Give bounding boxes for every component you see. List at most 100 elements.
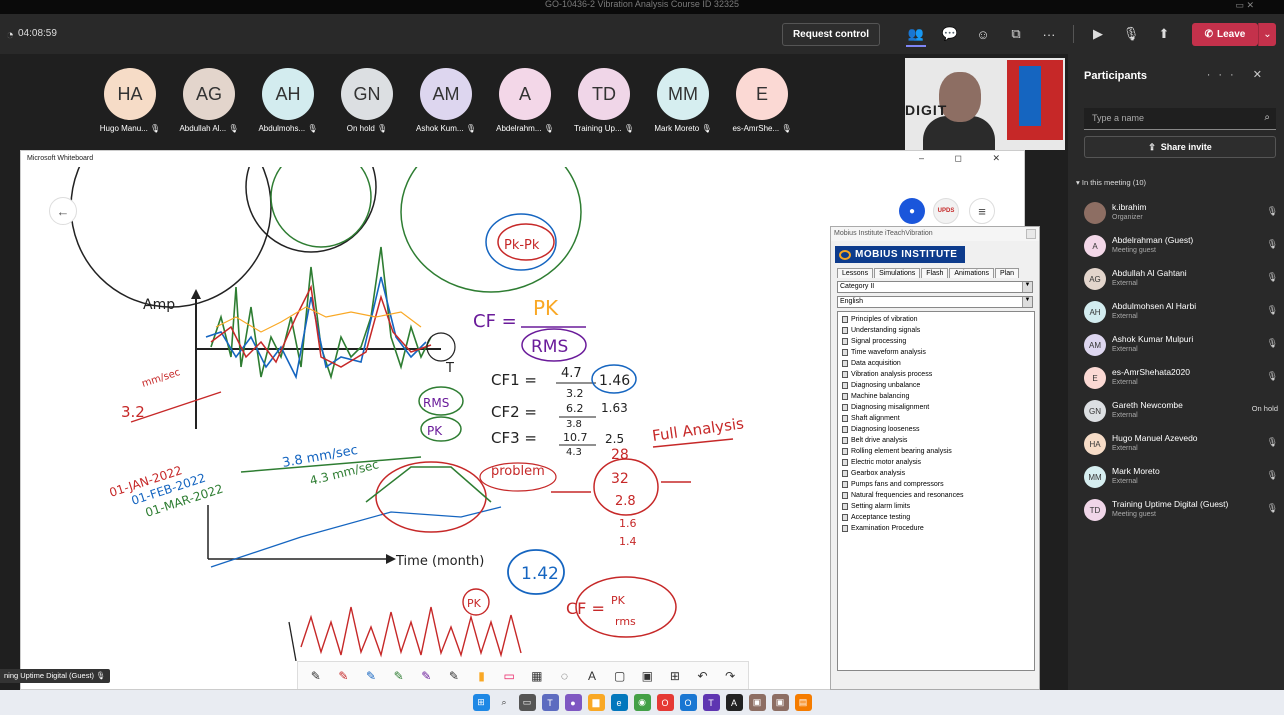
lesson-item[interactable]: Examination Procedure — [838, 523, 1034, 534]
app-icon[interactable]: ▣ — [748, 694, 766, 711]
office-icon[interactable]: O — [656, 694, 674, 711]
participant-row[interactable]: GN Gareth Newcombe External On hold — [1084, 398, 1278, 431]
redo-icon[interactable]: ↷ — [720, 665, 740, 687]
window-controls[interactable]: ▭ ✕ — [1235, 0, 1254, 11]
teams-icon[interactable]: T — [541, 694, 559, 711]
eraser-icon[interactable]: ▭ — [499, 665, 519, 687]
lesson-item[interactable]: Rolling element bearing analysis — [838, 446, 1034, 457]
lesson-item[interactable]: Acceptance testing — [838, 512, 1034, 523]
attendee-tile[interactable]: TD Training Up... 🎙 — [566, 68, 642, 133]
rooms-icon[interactable]: ⧉ — [1006, 24, 1026, 44]
edge-icon[interactable]: e — [610, 694, 628, 711]
task-view-icon[interactable]: ▭ — [518, 694, 536, 711]
user-avatar-button[interactable]: ● — [899, 198, 925, 224]
lesson-item[interactable]: Understanding signals — [838, 325, 1034, 336]
lesson-item[interactable]: Belt drive analysis — [838, 435, 1034, 446]
tab-lessons[interactable]: Lessons — [837, 268, 874, 278]
chat-app-icon[interactable]: ● — [564, 694, 582, 711]
file-explorer-icon[interactable]: ▆ — [587, 694, 605, 711]
tab-plan[interactable]: Plan — [995, 268, 1020, 278]
attendee-tile[interactable]: Ees-AmrShe... 🎙 — [724, 68, 800, 133]
share-screen-icon[interactable]: ⬆ — [1154, 24, 1174, 44]
lesson-item[interactable]: Natural frequencies and resonances — [838, 490, 1034, 501]
outlook-icon[interactable]: O — [679, 694, 697, 711]
text-icon[interactable]: A — [582, 665, 602, 687]
lesson-item[interactable]: Diagnosing looseness — [838, 424, 1034, 435]
panel-controls[interactable]: ··· ✕ — [1207, 68, 1270, 81]
windows-start-icon[interactable]: ⊞ — [472, 694, 490, 711]
category-select[interactable]: Category II ▼ — [837, 281, 1033, 293]
tab-simulations[interactable]: Simulations — [874, 268, 921, 278]
lesson-item[interactable]: Principles of vibration — [838, 314, 1034, 325]
participant-row[interactable]: Ees-AmrShehata2020 External 🎙 — [1084, 365, 1278, 398]
acrobat-icon[interactable]: A — [725, 694, 743, 711]
participant-row[interactable]: HA Hugo Manuel Azevedo External 🎙 — [1084, 431, 1278, 464]
tab-flash[interactable]: Flash — [921, 268, 949, 278]
participant-row[interactable]: k.ibrahim Organizer 🎙 — [1084, 200, 1278, 233]
attendee-tile[interactable]: HA Hugo Manu... 🎙 — [92, 68, 168, 133]
pen-black-icon[interactable]: ✎ — [306, 665, 326, 687]
mic-off-icon[interactable]: 🎙 — [1121, 24, 1141, 44]
attendee-tile[interactable]: MM Mark Moreto 🎙 — [645, 68, 721, 133]
participant-row[interactable]: MM Mark Moreto External 🎙 — [1084, 464, 1278, 497]
pen-blue-icon[interactable]: ✎ — [361, 665, 381, 687]
mobius-close-button[interactable] — [1026, 229, 1036, 239]
in-meeting-section[interactable]: ▾ In this meeting (10) — [1076, 178, 1146, 187]
lesson-item[interactable]: Gearbox analysis — [838, 468, 1034, 479]
chat-icon[interactable]: 💬 — [940, 24, 960, 44]
pen-red-icon[interactable]: ✎ — [333, 665, 353, 687]
lesson-item[interactable]: Machine balancing — [838, 391, 1034, 402]
image-icon[interactable]: ▣ — [637, 665, 657, 687]
lesson-item[interactable]: Pumps fans and compressors — [838, 479, 1034, 490]
leave-dropdown[interactable]: ⌄ — [1258, 23, 1276, 46]
share-invite-button[interactable]: ⇪ Share invite — [1084, 136, 1276, 158]
highlighter-icon[interactable]: ▮ — [472, 665, 492, 687]
pen-purple-icon[interactable]: ✎ — [416, 665, 436, 687]
insert-icon[interactable]: ⊞ — [665, 665, 685, 687]
lesson-item[interactable]: Diagnosing misalignment — [838, 402, 1034, 413]
attendee-tile[interactable]: AM Ashok Kum... 🎙 — [408, 68, 484, 133]
app-icon[interactable]: ▣ — [771, 694, 789, 711]
people-icon[interactable]: 👥 — [906, 24, 926, 44]
lesson-item[interactable]: Setting alarm limits — [838, 501, 1034, 512]
reactions-icon[interactable]: ☺ — [973, 24, 993, 44]
participant-row[interactable]: AG Abdullah Al Gahtani External 🎙 — [1084, 266, 1278, 299]
menu-button[interactable]: ≡ — [969, 198, 995, 224]
more-options-icon[interactable]: ··· — [1039, 24, 1059, 44]
attendee-tile[interactable]: AG Abdullah Al... 🎙 — [171, 68, 247, 133]
pen-dark-icon[interactable]: ✎ — [444, 665, 464, 687]
leave-button[interactable]: ✆ Leave — [1192, 23, 1258, 46]
lasso-icon[interactable]: ◌ — [554, 665, 574, 687]
participant-row[interactable]: AM Ashok Kumar Mulpuri External 🎙 — [1084, 332, 1278, 365]
lesson-item[interactable]: Diagnosing unbalance — [838, 380, 1034, 391]
attendee-tile[interactable]: AH Abdulmohs... 🎙 — [250, 68, 326, 133]
mobius-window[interactable]: Mobius Institute iTeachVibration MOBIUS … — [830, 226, 1040, 690]
updates-logo-button[interactable]: UPDS — [933, 198, 959, 224]
attendee-tile[interactable]: GN On hold 🎙 — [329, 68, 405, 133]
lesson-item[interactable]: Shaft alignment — [838, 413, 1034, 424]
whiteboard-app-icon[interactable]: ▤ — [794, 694, 812, 711]
back-button[interactable]: ← — [49, 197, 77, 225]
teams-work-icon[interactable]: T — [702, 694, 720, 711]
lesson-item[interactable]: Time waveform analysis — [838, 347, 1034, 358]
camera-icon[interactable]: ▶ — [1088, 24, 1108, 44]
request-control-button[interactable]: Request control — [782, 23, 880, 46]
participant-search-input[interactable]: Type a name ⌕ — [1084, 108, 1276, 130]
pen-green-icon[interactable]: ✎ — [389, 665, 409, 687]
note-icon[interactable]: ▢ — [610, 665, 630, 687]
language-select[interactable]: English ▼ — [837, 296, 1033, 308]
tab-animations[interactable]: Animations — [949, 268, 995, 278]
participant-row[interactable]: A Abdelrahman (Guest) Meeting guest 🎙 — [1084, 233, 1278, 266]
undo-icon[interactable]: ↶ — [693, 665, 713, 687]
lesson-item[interactable]: Vibration analysis process — [838, 369, 1034, 380]
participant-row[interactable]: TD Training Uptime Digital (Guest) Meeting… — [1084, 497, 1278, 530]
lesson-item[interactable]: Electric motor analysis — [838, 457, 1034, 468]
participant-row[interactable]: AH Abdulmohsen Al Harbi External 🎙 — [1084, 299, 1278, 332]
ruler-icon[interactable]: ▦ — [527, 665, 547, 687]
lesson-item[interactable]: Data acquisition — [838, 358, 1034, 369]
lesson-item[interactable]: Signal processing — [838, 336, 1034, 347]
search-icon[interactable]: ⌕ — [496, 694, 513, 711]
whiteboard-window-controls[interactable]: – ◻ ✕ — [919, 153, 1014, 164]
chrome-icon[interactable]: ◉ — [633, 694, 651, 711]
attendee-tile[interactable]: A Abdelrahm... 🎙 — [487, 68, 563, 133]
